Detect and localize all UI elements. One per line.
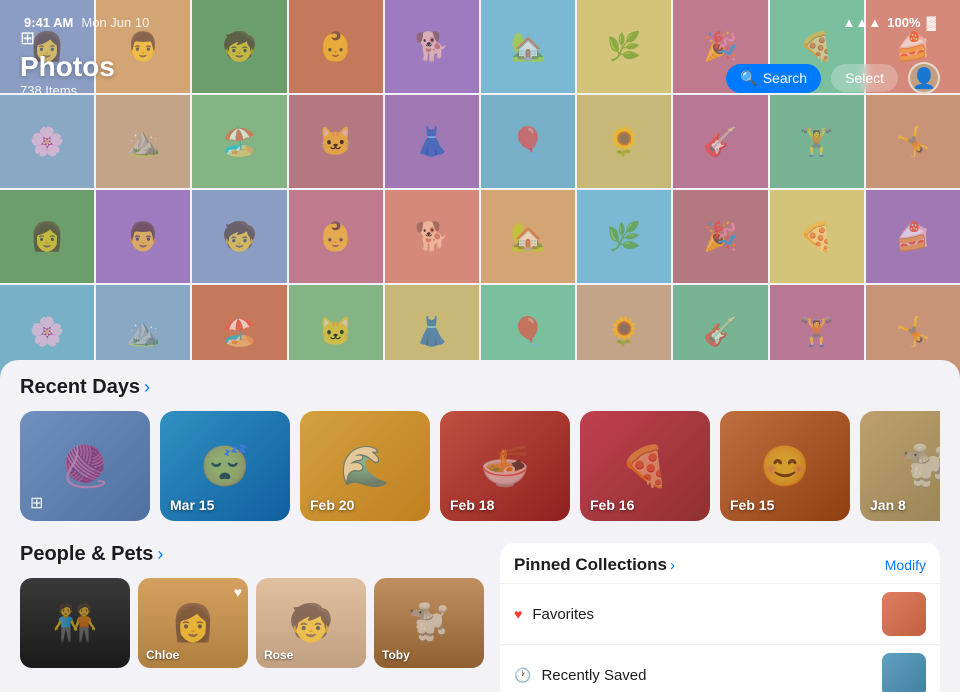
person-card-label: Rose [264, 648, 293, 662]
recent-days-scroll[interactable]: ⊞🧶Mar 15😴Feb 20🌊Feb 18🍜Feb 16🍕Feb 15😊Jan… [20, 411, 940, 527]
search-button[interactable]: 🔍 Search [726, 64, 821, 93]
photo-cell[interactable]: ⛰️ [96, 95, 190, 188]
pinned-item[interactable]: ♥ Favorites [500, 583, 940, 644]
photo-cell[interactable]: 🎸 [673, 95, 767, 188]
pinned-item-icon: ♥ [514, 606, 522, 622]
photo-cell[interactable]: 🏋️ [770, 95, 864, 188]
photo-cell[interactable]: 🏡 [481, 190, 575, 283]
photo-cell[interactable]: 👗 [385, 95, 479, 188]
photo-cell[interactable]: 🌸 [0, 95, 94, 188]
photo-cell[interactable]: 👨 [96, 190, 190, 283]
day-card[interactable]: Feb 15😊 [720, 411, 850, 521]
pinned-chevron[interactable]: › [670, 557, 675, 574]
photo-cell[interactable]: 🎈 [481, 95, 575, 188]
pinned-item-thumbnail [882, 592, 926, 636]
pinned-item[interactable]: 🕐 Recently Saved [500, 644, 940, 692]
avatar[interactable]: 👤 [908, 62, 940, 94]
day-card[interactable]: Mar 15😴 [160, 411, 290, 521]
content-area: Recent Days › ⊞🧶Mar 15😴Feb 20🌊Feb 18🍜Feb… [0, 360, 960, 692]
photo-cell[interactable]: 🎉 [673, 190, 767, 283]
status-right: ▲▲▲ 100% ▓ [843, 15, 936, 30]
photo-cell[interactable]: 🐕 [385, 190, 479, 283]
recent-days-title: Recent Days [20, 376, 140, 399]
person-card-label: Toby [382, 648, 410, 662]
recent-days-section: Recent Days › ⊞🧶Mar 15😴Feb 20🌊Feb 18🍜Feb… [0, 360, 960, 527]
header: ⊞ Photos 738 Items 🔍 Search Select 👤 [0, 44, 960, 108]
pinned-items-list: ♥ Favorites 🕐 Recently Saved [500, 583, 940, 692]
pinned-header: Pinned Collections › Modify [500, 543, 940, 583]
people-pets-scroll[interactable]: 🧑‍🤝‍🧑♥👩Chloe🧒Rose🐩Toby [20, 578, 484, 668]
layout-icon[interactable]: ⊞ [20, 28, 115, 49]
pinned-item-label: Favorites [532, 606, 872, 623]
people-pets-section: People & Pets › 🧑‍🤝‍🧑♥👩Chloe🧒Rose🐩Toby [20, 543, 484, 692]
pinned-section: Pinned Collections › Modify ♥ Favorites 🕐 R… [500, 543, 940, 692]
person-card-label: Chloe [146, 648, 179, 662]
people-pets-chevron[interactable]: › [157, 544, 163, 565]
header-right: 🔍 Search Select 👤 [726, 62, 940, 98]
photo-cell[interactable]: 🐱 [289, 95, 383, 188]
wifi-icon: ▲▲▲ [843, 15, 882, 30]
pinned-title: Pinned Collections [514, 555, 667, 575]
bottom-grid: People & Pets › 🧑‍🤝‍🧑♥👩Chloe🧒Rose🐩Toby P… [0, 527, 960, 692]
pinned-modify-button[interactable]: Modify [885, 557, 926, 573]
pinned-item-icon: 🕐 [514, 667, 531, 684]
person-card[interactable]: 🧒Rose [256, 578, 366, 668]
people-pets-title: People & Pets [20, 543, 153, 566]
photo-cell[interactable]: 🍕 [770, 190, 864, 283]
photo-cell[interactable]: 🏖️ [192, 95, 286, 188]
header-left: ⊞ Photos 738 Items [20, 28, 115, 98]
pinned-collections-section: Pinned Collections › Modify ♥ Favorites 🕐 R… [500, 543, 940, 692]
search-icon: 🔍 [740, 70, 757, 87]
recent-days-header: Recent Days › [20, 376, 940, 399]
photo-cell[interactable]: 👩 [0, 190, 94, 283]
battery-icon: ▓ [927, 15, 936, 30]
people-pets-header: People & Pets › [20, 543, 484, 566]
pinned-item-thumbnail [882, 653, 926, 692]
page-title: Photos [20, 53, 115, 81]
recent-days-chevron[interactable]: › [144, 377, 150, 398]
battery-percent: 100% [887, 15, 920, 30]
pinned-item-label: Recently Saved [541, 667, 872, 684]
select-button[interactable]: Select [831, 64, 898, 92]
search-label: Search [763, 70, 807, 86]
person-card[interactable]: ♥👩Chloe [138, 578, 248, 668]
day-card[interactable]: Feb 18🍜 [440, 411, 570, 521]
person-card[interactable]: 🧑‍🤝‍🧑 [20, 578, 130, 668]
person-card[interactable]: 🐩Toby [374, 578, 484, 668]
photo-cell[interactable]: 🍰 [866, 190, 960, 283]
day-card[interactable]: Feb 20🌊 [300, 411, 430, 521]
day-card[interactable]: ⊞🧶 [20, 411, 150, 521]
photo-cell[interactable]: 🌻 [577, 95, 671, 188]
item-count: 738 Items [20, 83, 115, 98]
day-card[interactable]: Feb 16🍕 [580, 411, 710, 521]
photo-cell[interactable]: 🤸 [866, 95, 960, 188]
day-card[interactable]: Jan 8🐩 [860, 411, 940, 521]
status-bar: 9:41 AM Mon Jun 10 ▲▲▲ 100% ▓ [0, 0, 960, 44]
photo-cell[interactable]: 🌿 [577, 190, 671, 283]
photo-cell[interactable]: 👶 [289, 190, 383, 283]
photo-cell[interactable]: 🧒 [192, 190, 286, 283]
